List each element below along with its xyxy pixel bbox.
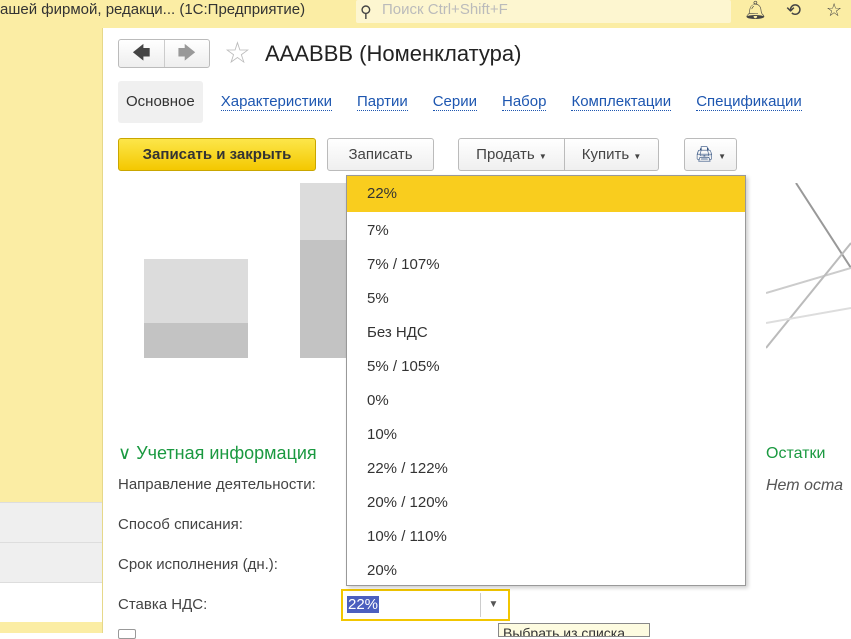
vat-rate-dropdown-list: 22% 7% 7% / 107% 5% Без НДС 5% / 105% 0%…	[346, 175, 746, 586]
tab-batches[interactable]: Партии	[356, 93, 408, 111]
favorites-star-icon[interactable]: ☆	[826, 0, 842, 21]
field-label-vat: Ставка НДС:	[118, 596, 208, 613]
window-title: ашей фирмой, редакци... (1С:Предприятие)	[0, 1, 306, 18]
sell-button[interactable]: Продать ▼	[458, 138, 565, 171]
vat-rate-select[interactable]: 22% ▼	[341, 589, 510, 621]
save-and-close-button[interactable]: Записать и закрыть	[118, 138, 316, 171]
dropdown-option[interactable]: 7%	[347, 212, 745, 246]
search-placeholder: Поиск Ctrl+Shift+F	[382, 1, 508, 18]
dropdown-arrow-icon[interactable]: ▼	[480, 593, 506, 617]
checkbox[interactable]	[118, 629, 136, 639]
sidebar-row[interactable]	[0, 582, 102, 622]
section-title: Учетная информация	[136, 443, 317, 463]
image-placeholder-lines	[766, 183, 851, 349]
tab-kits[interactable]: Комплектации	[571, 93, 672, 111]
buy-label: Купить	[581, 146, 630, 163]
buy-button[interactable]: Купить ▼	[564, 138, 659, 171]
title-bar: ашей фирмой, редакци... (1С:Предприятие)…	[0, 0, 851, 28]
save-button[interactable]: Записать	[327, 138, 434, 171]
tab-bar: Основное Характеристики Партии Серии Наб…	[118, 81, 827, 123]
tab-characteristics[interactable]: Характеристики	[220, 93, 332, 111]
history-icon[interactable]: ⟲	[786, 0, 801, 21]
dropdown-option[interactable]: 10% / 110%	[347, 518, 745, 552]
sell-label: Продать	[476, 146, 535, 163]
field-label-term: Срок исполнения (дн.):	[118, 556, 278, 573]
search-input[interactable]: ⚲ Поиск Ctrl+Shift+F	[356, 0, 731, 23]
favorite-star-icon[interactable]: ☆	[224, 36, 251, 71]
sidebar-row[interactable]	[0, 542, 102, 582]
dropdown-option[interactable]: Без НДС	[347, 314, 745, 348]
field-label-activity: Направление деятельности:	[118, 476, 316, 493]
dropdown-option[interactable]: 20% / 120%	[347, 484, 745, 518]
forward-button[interactable]: 🡆	[163, 40, 210, 67]
tab-series[interactable]: Серии	[432, 93, 477, 111]
tab-set[interactable]: Набор	[502, 93, 547, 111]
bell-icon[interactable]: 🔔︎	[744, 0, 767, 21]
dropdown-option[interactable]: 0%	[347, 382, 745, 416]
print-button[interactable]: 🖨︎ ▼	[684, 138, 737, 171]
dropdown-option[interactable]: 5% / 105%	[347, 348, 745, 382]
dropdown-option[interactable]: 22%	[347, 176, 745, 212]
tab-specifications[interactable]: Спецификации	[696, 93, 802, 111]
dropdown-option[interactable]: 10%	[347, 416, 745, 450]
stock-empty: Нет оста	[766, 477, 843, 494]
tooltip: Выбрать из списка	[498, 623, 650, 637]
dropdown-option[interactable]: 5%	[347, 280, 745, 314]
page-title: АААВВВ (Номенклатура)	[265, 41, 522, 66]
printer-icon: 🖨︎	[694, 146, 714, 163]
back-button[interactable]: 🡄	[119, 40, 164, 67]
tab-main[interactable]: Основное	[118, 81, 203, 123]
search-icon: ⚲	[360, 4, 372, 21]
sidebar	[0, 28, 103, 633]
stock-title: Остатки	[766, 445, 826, 462]
dropdown-option[interactable]: 20%	[347, 552, 745, 586]
dropdown-option[interactable]: 22% / 122%	[347, 450, 745, 484]
nav-buttons: 🡄 🡆	[118, 39, 210, 68]
dropdown-option[interactable]: 7% / 107%	[347, 246, 745, 280]
field-label-writeoff: Способ списания:	[118, 516, 243, 533]
image-placeholder	[144, 259, 248, 358]
sidebar-row[interactable]	[0, 502, 102, 542]
vat-rate-value: 22%	[347, 596, 380, 613]
image-placeholder	[300, 183, 350, 358]
section-accounting-info[interactable]: ∨ Учетная информация	[118, 443, 317, 464]
